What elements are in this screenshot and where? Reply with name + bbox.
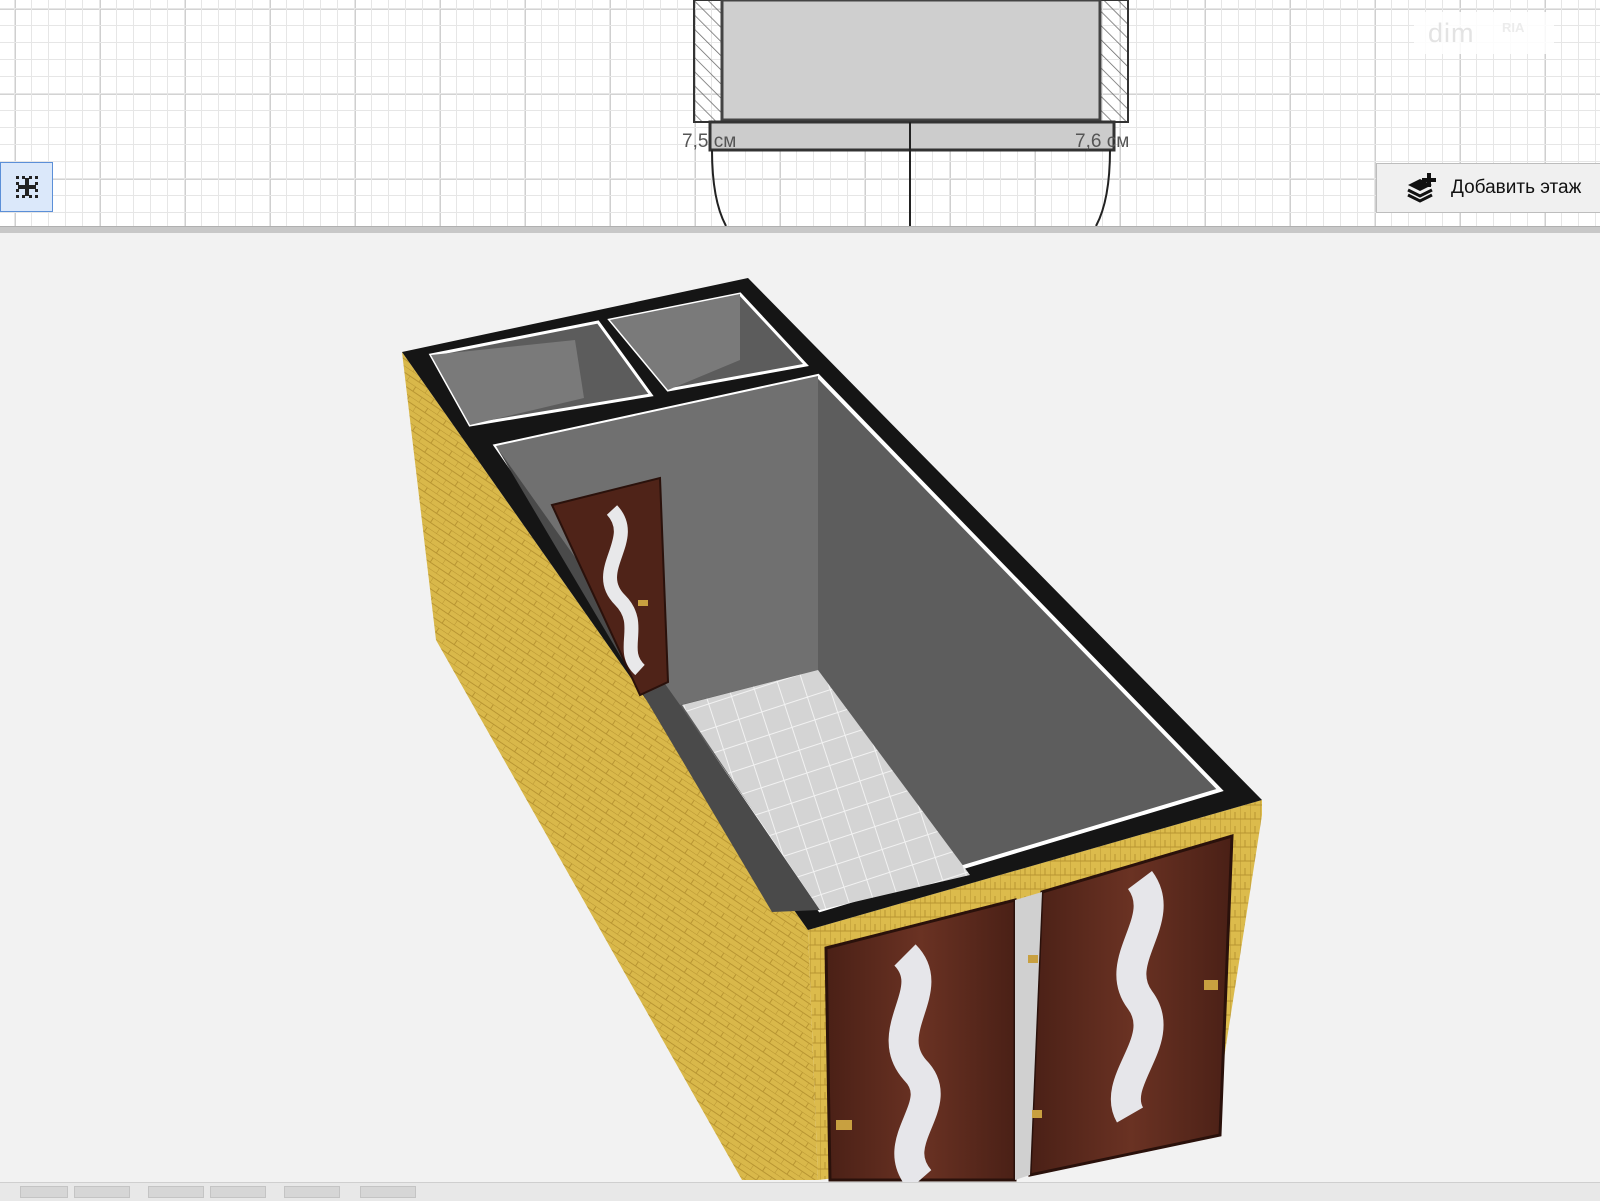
- watermark: dim RIA: [1414, 12, 1554, 54]
- strip-tab[interactable]: [74, 1186, 130, 1198]
- plan-view[interactable]: 7,5 см 7,6 см dim RIA Добавить этаж: [0, 0, 1600, 226]
- gate-glass-left: [888, 944, 941, 1182]
- dimension-label-right: 7,6 см: [1075, 131, 1130, 152]
- add-layers-icon: [1407, 173, 1436, 203]
- plan-wall-left: [693, 0, 723, 123]
- strip-tab[interactable]: [20, 1186, 68, 1198]
- strip-tab[interactable]: [148, 1186, 204, 1198]
- dimension-label-left: 7,5 см: [682, 131, 737, 152]
- strip-tab[interactable]: [210, 1186, 266, 1198]
- watermark-badge: RIA: [1502, 20, 1525, 35]
- add-floor-button[interactable]: Добавить этаж: [1376, 163, 1600, 213]
- add-floor-label: Добавить этаж: [1451, 177, 1582, 198]
- garage-3d-model: [402, 278, 1262, 1182]
- gate-handle-right: [1204, 980, 1218, 990]
- plan-door-swing-right: [1095, 149, 1111, 226]
- plan-room: [720, 0, 1102, 122]
- strip-tab[interactable]: [284, 1186, 340, 1198]
- plan-door-swing-left: [711, 149, 727, 226]
- watermark-text: dim: [1428, 18, 1475, 48]
- plan-wall-right: [1099, 0, 1129, 123]
- 3d-view[interactable]: [0, 232, 1600, 1182]
- plan-drawing: [693, 0, 1129, 226]
- strip-tab[interactable]: [360, 1186, 416, 1198]
- grid-snap-toggle-button[interactable]: [0, 162, 53, 212]
- bottom-tab-strip: [0, 1182, 1600, 1201]
- plan-gate-frame: [708, 120, 1116, 152]
- grid-snap-icon: [15, 176, 38, 198]
- gate-handle-left: [836, 1120, 852, 1130]
